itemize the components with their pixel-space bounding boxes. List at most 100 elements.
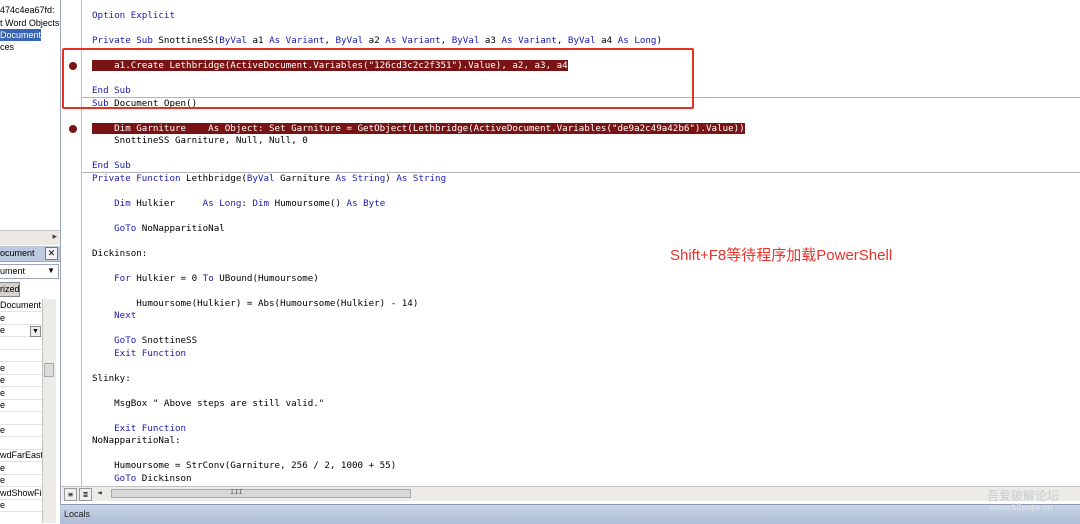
keyword-token: ByVal — [335, 35, 369, 46]
keyword-token: ByVal — [246, 172, 281, 184]
property-row[interactable]: e — [0, 387, 42, 400]
code-token: Hulkier = 0 — [136, 272, 203, 284]
code-token: ) — [656, 35, 662, 46]
code-line[interactable]: Humoursome = StrConv(Garniture, 256 / 2,… — [92, 460, 396, 472]
code-text: Next — [92, 310, 137, 321]
code-text: Slinky: — [92, 372, 131, 384]
code-line[interactable]: SnottineSS Garniture, Null, Null, 0 — [92, 135, 308, 147]
thumb-grip: III — [230, 488, 243, 496]
keyword-token: As Variant — [385, 35, 441, 46]
code-token: a4 — [601, 35, 618, 46]
code-line[interactable]: For Hulkier = 0 To UBound(Humoursome) — [92, 273, 319, 285]
property-row[interactable]: e — [0, 499, 42, 512]
code-line[interactable]: Dim Hulkier As Long: Dim Humoursome() As… — [92, 198, 385, 210]
code-text: Exit Function — [92, 347, 187, 359]
code-token: SnottineSS — [141, 335, 198, 346]
highlight-box — [62, 48, 694, 109]
property-row[interactable]: wdShowFilt — [0, 487, 42, 500]
code-line[interactable]: GoTo NoNapparitioNal — [92, 223, 225, 235]
property-row[interactable]: Document — [0, 299, 42, 312]
property-row[interactable] — [0, 337, 42, 350]
code-line[interactable]: Exit Function — [92, 423, 186, 435]
project-tree-item[interactable]: Document — [0, 29, 42, 41]
project-tree-item[interactable]: 474c4ea67fd: — [0, 4, 55, 16]
scroll-left-arrow-icon[interactable]: ◄ — [97, 488, 102, 497]
chevron-down-icon[interactable]: ▼ — [47, 266, 55, 275]
code-token: Dickinson — [141, 472, 192, 484]
code-text: Dickinson: — [92, 247, 148, 259]
scroll-thumb[interactable] — [44, 363, 54, 377]
keyword-token: GoTo — [92, 222, 142, 234]
property-row[interactable] — [0, 437, 42, 450]
properties-title: ocument — [0, 248, 35, 258]
keyword-token: Private Sub — [92, 35, 159, 46]
property-row[interactable]: e — [0, 312, 42, 325]
code-line[interactable]: GoTo SnottineSS — [92, 335, 197, 347]
keyword-token: As Variant — [501, 35, 557, 46]
code-line[interactable]: Slinky: — [92, 373, 131, 385]
procedure-view-icon[interactable]: ≡ — [64, 488, 77, 501]
code-token: a2 — [368, 35, 386, 46]
keyword-token: ByVal — [567, 35, 602, 46]
locals-label: Locals — [64, 509, 91, 519]
code-token: Garniture — [280, 172, 336, 184]
code-line[interactable]: Dickinson: — [92, 248, 147, 260]
tab-categorized[interactable]: rized — [0, 282, 20, 297]
annotation-text: Shift+F8等待程序加载PowerShell — [670, 247, 893, 264]
scroll-right-arrow-icon[interactable]: ▸ — [52, 231, 57, 242]
project-tree-scrollbar[interactable]: ▸ — [0, 230, 60, 245]
breakpoint-code-line[interactable]: Dim Garniture As Object: Set Garniture =… — [92, 122, 745, 135]
keyword-token: Dim — [252, 197, 275, 209]
close-icon[interactable]: ✕ — [45, 247, 58, 260]
object-dropdown-value: ument — [0, 266, 26, 276]
code-token: SnottineSS( — [158, 35, 220, 46]
property-row[interactable]: e — [0, 362, 42, 375]
keyword-token: As Variant — [269, 35, 325, 46]
code-line[interactable]: Private Sub SnottineSS( ByVal a1 As Varia… — [92, 35, 662, 47]
code-token: a1 — [252, 35, 270, 46]
code-line[interactable]: End Sub — [92, 160, 131, 172]
property-dropdown-icon[interactable]: ▼ — [30, 326, 41, 337]
code-text: Exit Function — [92, 422, 187, 434]
code-text: Dim Garniture As Object: Set Garniture =… — [92, 122, 745, 134]
code-line[interactable]: MsgBox " Above steps are still valid." — [92, 398, 324, 410]
property-row[interactable] — [0, 412, 42, 425]
properties-scrollbar[interactable] — [42, 299, 56, 523]
code-line[interactable]: Exit Function — [92, 348, 186, 360]
property-row[interactable]: e — [0, 399, 42, 412]
full-module-view-icon[interactable]: ≣ — [79, 488, 92, 501]
code-token: Lethbridge( — [186, 172, 247, 184]
code-token: NoNapparitioNal — [141, 222, 225, 234]
code-text: End Sub — [92, 160, 131, 171]
property-row[interactable]: e — [0, 474, 42, 487]
project-tree-item[interactable]: ces — [0, 41, 14, 53]
properties-title-bar: ocument ✕ — [0, 246, 60, 262]
code-text: Humoursome(Hulkier) = Abs(Humoursome(Hul… — [92, 297, 419, 309]
code-horizontal-scrollbar[interactable]: ≡ ≣ ◄ III — [61, 486, 1080, 501]
code-token: , — [440, 35, 452, 46]
code-line[interactable]: GoTo Dickinson — [92, 472, 192, 485]
keyword-token: As String — [396, 172, 447, 184]
scroll-thumb[interactable]: III — [111, 488, 411, 498]
code-line[interactable]: Humoursome(Hulkier) = Abs(Humoursome(Hul… — [92, 298, 418, 310]
code-line[interactable]: Private Function Lethbridge(ByVal Garnit… — [92, 173, 446, 185]
property-row[interactable]: e — [0, 424, 42, 437]
code-token: : — [241, 197, 253, 209]
code-text: NoNapparitioNal: — [92, 435, 181, 446]
property-row[interactable]: e — [0, 462, 42, 475]
breakpoint-icon[interactable] — [69, 124, 77, 133]
keyword-token: Dim — [92, 197, 137, 209]
project-tree-item[interactable]: t Word Objects — [0, 17, 59, 29]
object-dropdown[interactable]: ument ▼ — [0, 264, 59, 279]
property-row[interactable]: e — [0, 374, 42, 387]
keyword-token: To — [202, 272, 220, 284]
keyword-token: For — [92, 272, 137, 284]
code-text: Option Explicit — [92, 10, 175, 21]
code-line[interactable]: NoNapparitioNal: — [92, 435, 181, 447]
code-line[interactable]: Option Explicit — [92, 10, 175, 22]
property-row[interactable]: wdFarEasti — [0, 449, 42, 462]
property-row[interactable] — [0, 349, 42, 362]
code-line[interactable]: Next — [92, 310, 136, 322]
code-token: Hulkier — [136, 197, 203, 209]
keyword-token: Private Function — [92, 172, 187, 184]
